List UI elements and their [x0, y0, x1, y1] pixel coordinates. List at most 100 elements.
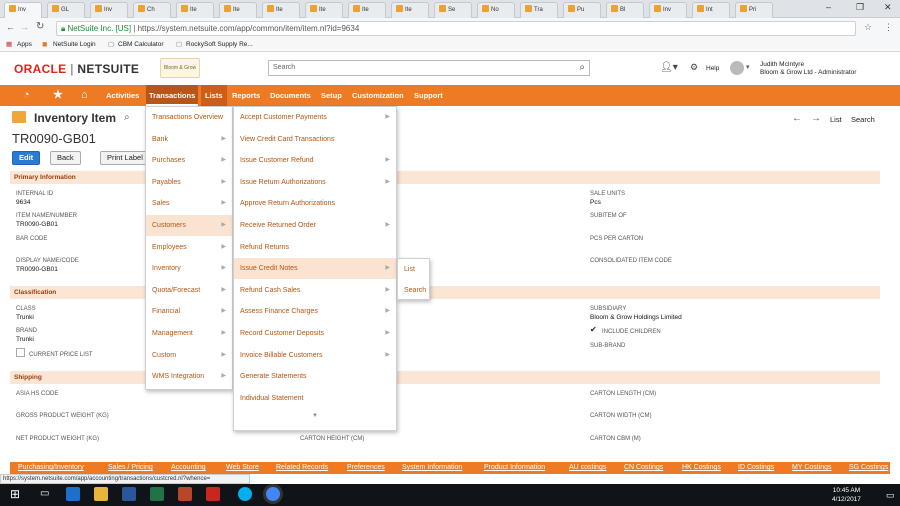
browser-tab[interactable]: Pri: [735, 2, 773, 18]
customers-menu-item[interactable]: Assess Finance Charges ▶: [234, 301, 396, 322]
favorites-star-icon[interactable]: ★: [50, 85, 66, 106]
lists-menu-item[interactable]: Bank ▶: [146, 129, 232, 150]
task-view-icon[interactable]: ▭: [40, 488, 49, 499]
nav-documents[interactable]: Documents: [267, 85, 314, 106]
edit-button[interactable]: Edit: [12, 151, 41, 165]
customers-menu-item[interactable]: Issue Customer Refund ▶: [234, 150, 396, 171]
section-classification[interactable]: Classification: [10, 286, 880, 299]
lists-menu-item[interactable]: Inventory ▶: [146, 258, 232, 279]
subtab-link[interactable]: System Information: [402, 462, 462, 474]
nav-setup[interactable]: Setup: [318, 85, 345, 106]
powerpoint-icon[interactable]: [178, 487, 192, 501]
subtab-link[interactable]: ID Costings: [738, 462, 774, 474]
bookmark-netsuite-login[interactable]: NetSuite Login: [53, 38, 96, 51]
excel-icon[interactable]: [150, 487, 164, 501]
recent-history-icon[interactable]: ◔: [20, 85, 33, 106]
subtab-link[interactable]: HK Costings: [682, 462, 721, 474]
browser-menu-icon[interactable]: ⋮: [884, 22, 893, 33]
section-shipping[interactable]: Shipping: [10, 371, 880, 384]
customers-menu-item[interactable]: Invoice Billable Customers ▶: [234, 345, 396, 366]
minimize-icon[interactable]: –: [826, 2, 831, 12]
url-field[interactable]: 🔒︎ NetSuite Inc. [US] | https://system.n…: [56, 21, 856, 36]
lists-menu-item[interactable]: Employees ▶: [146, 237, 232, 258]
help-link[interactable]: Help: [706, 65, 719, 72]
file-explorer-icon[interactable]: [94, 487, 108, 501]
reload-icon[interactable]: ↻: [36, 21, 44, 32]
lists-menu-item[interactable]: Custom ▶: [146, 345, 232, 366]
lists-menu-item[interactable]: Transactions Overview: [146, 107, 232, 128]
nav-reports[interactable]: Reports: [229, 85, 263, 106]
chevron-down-icon[interactable]: ▾: [746, 63, 750, 71]
lists-menu-item[interactable]: WMS Integration ▶: [146, 366, 232, 387]
back-button[interactable]: Back: [50, 151, 81, 165]
customers-menu-item[interactable]: View Credit Card Transactions: [234, 129, 396, 150]
browser-tab[interactable]: Inv: [649, 2, 687, 18]
print-label-button[interactable]: Print Label: [100, 151, 150, 165]
home-icon[interactable]: ⌂: [78, 85, 91, 106]
browser-tab[interactable]: Int: [692, 2, 730, 18]
recent-records-icon[interactable]: 👤︎▾: [660, 62, 678, 73]
customers-menu-item[interactable]: Accept Customer Payments ▶: [234, 107, 396, 128]
nav-lists[interactable]: Lists: [201, 85, 227, 106]
skype-icon[interactable]: [238, 487, 252, 501]
nav-customization[interactable]: Customization: [349, 85, 407, 106]
nav-activities[interactable]: Activities: [103, 85, 142, 106]
subtab-link[interactable]: Accounting: [171, 462, 206, 474]
credit-notes-menu-item[interactable]: List: [398, 259, 429, 280]
maximize-icon[interactable]: ❐: [856, 2, 864, 13]
subtab-link[interactable]: MY Costings: [792, 462, 832, 474]
checkmark-icon[interactable]: ✔: [590, 325, 597, 334]
next-record-icon[interactable]: →: [811, 113, 821, 124]
bookmark-cbm-calculator[interactable]: CBM Calculator: [118, 38, 164, 51]
lists-menu-item[interactable]: Customers ▶: [146, 215, 232, 236]
subtab-link[interactable]: Related Records: [276, 462, 328, 474]
browser-tab[interactable]: Ite: [176, 2, 214, 18]
browser-tab[interactable]: GL: [47, 2, 85, 18]
browser-tab[interactable]: No: [477, 2, 515, 18]
back-arrow-icon[interactable]: ←: [6, 22, 15, 32]
subtab-link[interactable]: Product Information: [484, 462, 545, 474]
global-search-input[interactable]: Search ⌕: [268, 60, 590, 76]
browser-tab[interactable]: Ite: [348, 2, 386, 18]
customers-menu-item[interactable]: Issue Return Authorizations ▶: [234, 172, 396, 193]
lists-menu-item[interactable]: Sales ▶: [146, 193, 232, 214]
windows-start-icon[interactable]: ⊞: [10, 487, 20, 501]
browser-tab[interactable]: Pu: [563, 2, 601, 18]
search-icon[interactable]: ⌕: [579, 61, 585, 75]
search-icon[interactable]: ⌕: [124, 112, 130, 123]
subtab-link[interactable]: AU costings: [569, 462, 606, 474]
customers-menu-item[interactable]: Refund Returns: [234, 237, 396, 258]
notifications-icon[interactable]: ▭: [886, 490, 895, 501]
apps-grid-icon[interactable]: ▦: [6, 38, 12, 51]
nav-support[interactable]: Support: [411, 85, 446, 106]
close-icon[interactable]: ✕: [884, 2, 892, 13]
current-price-list-checkbox[interactable]: [16, 348, 25, 357]
chrome-icon[interactable]: [266, 487, 280, 501]
subtab-link[interactable]: Purchasing/Inventory: [18, 462, 84, 474]
pdf-reader-icon[interactable]: [206, 487, 220, 501]
star-bookmark-icon[interactable]: ☆: [864, 22, 872, 33]
customers-menu-item[interactable]: Individual Statement: [234, 388, 396, 409]
nav-transactions[interactable]: Transactions: [146, 85, 199, 106]
bookmark-apps[interactable]: Apps: [17, 38, 32, 51]
browser-tab[interactable]: Ite: [219, 2, 257, 18]
lists-menu-item[interactable]: Purchases ▶: [146, 150, 232, 171]
scroll-down-icon[interactable]: ▼: [312, 413, 318, 419]
oracle-netsuite-logo[interactable]: ORACLE | NETSUITE: [14, 62, 139, 76]
customers-menu-item[interactable]: Approve Return Authorizations: [234, 193, 396, 214]
bookmark-rockysoft[interactable]: RockySoft Supply Re...: [186, 38, 253, 51]
user-info[interactable]: Judith McIntyre Bloom & Grow Ltd - Admini…: [760, 61, 856, 77]
customers-menu-item[interactable]: Issue Credit Notes ▶: [234, 258, 396, 280]
credit-notes-menu-item[interactable]: Search: [398, 280, 429, 301]
lists-menu-item[interactable]: Payables ▶: [146, 172, 232, 193]
search-link[interactable]: Search: [851, 115, 875, 124]
forward-arrow-icon[interactable]: →: [20, 22, 29, 32]
customers-menu-item[interactable]: Refund Cash Sales ▶: [234, 280, 396, 301]
browser-tab[interactable]: Ite: [391, 2, 429, 18]
subtab-link[interactable]: SG Costings: [849, 462, 888, 474]
system-clock[interactable]: 10:45 AM 4/12/2017: [832, 486, 861, 504]
browser-tab[interactable]: Ite: [262, 2, 300, 18]
subtab-link[interactable]: CN Costings: [624, 462, 663, 474]
edge-browser-icon[interactable]: [66, 487, 80, 501]
subtab-link[interactable]: Web Store: [226, 462, 259, 474]
